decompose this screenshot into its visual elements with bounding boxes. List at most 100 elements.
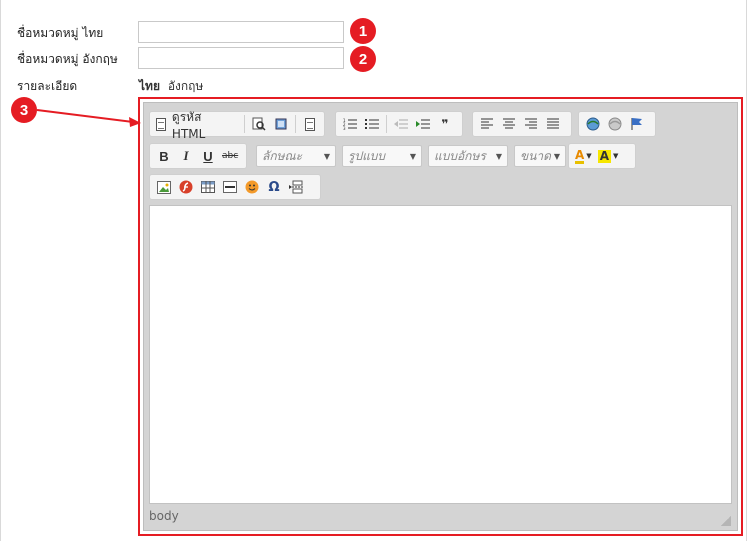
italic-icon: I [183, 148, 189, 163]
strikethrough-icon: abc [222, 151, 239, 161]
toolbar-group-colors: A ▼ A ▼ [568, 143, 636, 169]
align-right-icon [525, 118, 537, 129]
align-justify-button[interactable] [542, 113, 564, 135]
smiley-button[interactable] [241, 176, 263, 198]
toolbar-group-basic-styles: B I U abc [149, 143, 247, 169]
blockquote-icon: ❞ [441, 117, 449, 131]
toolbar-group-align [472, 111, 572, 137]
toolbar-group-links [578, 111, 656, 137]
image-icon [157, 180, 171, 194]
templates-button[interactable] [270, 113, 292, 135]
flash-button[interactable] [175, 176, 197, 198]
preview-button[interactable] [248, 113, 270, 135]
format-combo-label: รูปแบบ [348, 148, 386, 163]
indent-icon [416, 119, 430, 129]
toolbar-group-combos: ลักษณะ ▼ รูปแบบ ▼ แบบอักษร ▼ ขนาด ▼ [254, 143, 568, 169]
table-icon [201, 181, 215, 193]
italic-button[interactable]: I [175, 145, 197, 167]
templates-icon [275, 118, 287, 130]
english-name-label: ชื่อหมวดหมู่ อังกฤษ [17, 52, 118, 66]
align-center-icon [503, 118, 515, 129]
outdent-button[interactable] [390, 113, 412, 135]
badge-2: 2 [350, 46, 376, 72]
thai-name-input[interactable] [138, 21, 344, 43]
bg-color-button[interactable]: A ▼ [595, 145, 622, 167]
element-path[interactable]: body [149, 509, 179, 523]
tab-english[interactable]: อังกฤษ [168, 79, 204, 93]
paste-button[interactable] [299, 113, 321, 135]
english-name-input[interactable] [138, 47, 344, 69]
resize-grip-icon[interactable] [721, 516, 731, 526]
indent-button[interactable] [412, 113, 434, 135]
align-left-button[interactable] [476, 113, 498, 135]
special-char-button[interactable]: Ω [263, 176, 285, 198]
thai-name-label: ชื่อหมวดหมู่ ไทย [17, 26, 104, 40]
blockquote-button[interactable]: ❞ [434, 113, 456, 135]
numbered-list-icon: 123 [343, 118, 357, 130]
badge-3: 3 [11, 97, 37, 123]
toolbar-separator [244, 115, 245, 133]
language-tabs: ไทย อังกฤษ [139, 77, 203, 96]
toolbar-group-insert: Ω [149, 174, 321, 200]
paste-icon [304, 117, 315, 131]
size-combo-label: ขนาด [520, 148, 551, 163]
detail-label: รายละเอียด [17, 79, 78, 93]
chevron-down-icon: ▼ [553, 151, 560, 161]
align-center-button[interactable] [498, 113, 520, 135]
toolbar-group-lists: 123 ❞ [335, 111, 463, 137]
link-icon [586, 117, 600, 131]
rich-text-editor: ดูรหัส HTML 123 ❞ B I U abc ลักษณะ ▼ รูป… [143, 102, 738, 531]
numbered-list-button[interactable]: 123 [339, 113, 361, 135]
anchor-button[interactable] [626, 113, 648, 135]
text-color-button[interactable]: A ▼ [572, 145, 595, 167]
toolbar-separator [386, 115, 387, 133]
toolbar-separator [295, 115, 296, 133]
tab-thai[interactable]: ไทย [139, 79, 160, 93]
bold-button[interactable]: B [153, 145, 175, 167]
unlink-button[interactable] [604, 113, 626, 135]
smiley-icon [245, 180, 259, 194]
font-combo-label: แบบอักษร [434, 148, 486, 163]
align-right-button[interactable] [520, 113, 542, 135]
image-button[interactable] [153, 176, 175, 198]
strikethrough-button[interactable]: abc [219, 145, 241, 167]
table-button[interactable] [197, 176, 219, 198]
horizontal-rule-button[interactable] [219, 176, 241, 198]
page-break-icon [289, 180, 303, 194]
chevron-down-icon: ▼ [409, 151, 416, 161]
style-combo[interactable]: ลักษณะ ▼ [256, 145, 336, 167]
link-button[interactable] [582, 113, 604, 135]
chevron-down-icon: ▼ [323, 151, 330, 161]
text-color-icon: A [575, 147, 585, 164]
bg-color-icon: A [597, 148, 611, 163]
style-combo-label: ลักษณะ [262, 148, 303, 163]
bulleted-list-button[interactable] [361, 113, 383, 135]
flash-icon [179, 180, 193, 194]
chevron-down-icon: ▼ [495, 151, 502, 161]
omega-icon: Ω [268, 179, 280, 195]
chevron-down-icon: ▼ [586, 152, 592, 160]
toolbar-group-document: ดูรหัส HTML [149, 110, 325, 141]
source-label: ดูรหัส HTML [171, 109, 206, 141]
format-combo[interactable]: รูปแบบ ▼ [342, 145, 422, 167]
align-left-icon [481, 118, 493, 129]
page-break-button[interactable] [285, 176, 307, 198]
underline-button[interactable]: U [197, 145, 219, 167]
page: ชื่อหมวดหมู่ ไทย 1 ชื่อหมวดหมู่ อังกฤษ 2… [0, 0, 747, 541]
chevron-down-icon: ▼ [612, 152, 619, 160]
source-icon [156, 117, 166, 131]
flag-icon [631, 118, 642, 130]
size-combo[interactable]: ขนาด ▼ [514, 145, 566, 167]
bold-icon: B [159, 148, 169, 164]
preview-icon [252, 117, 266, 131]
underline-icon: U [203, 148, 213, 164]
source-button[interactable]: ดูรหัส HTML [153, 110, 241, 141]
unlink-icon [608, 117, 622, 131]
outdent-icon [394, 119, 408, 129]
horizontal-rule-icon [223, 181, 237, 193]
badge-1: 1 [350, 18, 376, 44]
font-combo[interactable]: แบบอักษร ▼ [428, 145, 508, 167]
editor-content-area[interactable] [149, 205, 732, 504]
bulleted-list-icon [365, 119, 379, 129]
svg-text:3: 3 [343, 126, 346, 130]
